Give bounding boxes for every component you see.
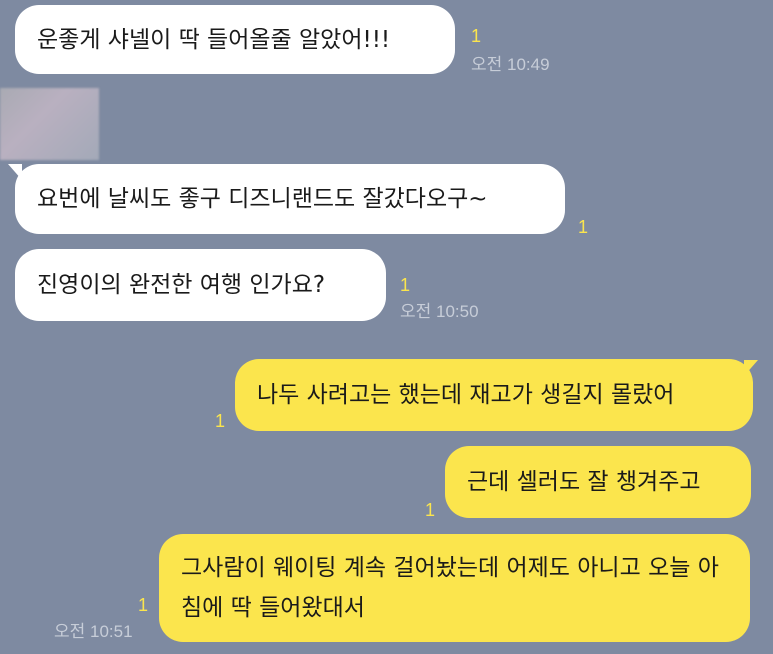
message-text: 근데 셀러도 잘 챙겨주고 (467, 469, 701, 495)
message-text: 그사람이 웨이팅 계속 걸어놨는데 어제도 아니고 오늘 아침에 딱 들어왔대서 (181, 555, 719, 621)
message-text: 요번에 날씨도 좋구 디즈니랜드도 잘갔다오구~ (37, 186, 488, 212)
message-text: 진영이의 완전한 여행 인가요? (37, 272, 326, 298)
outgoing-message-bubble[interactable]: 나두 사려고는 했는데 재고가 생길지 몰랐어 (235, 359, 753, 431)
message-timestamp: 오전 10:49 (471, 55, 550, 74)
unread-count: 1 (578, 217, 589, 237)
unread-count: 1 (400, 275, 411, 295)
message-text: 운좋게 샤넬이 딱 들어올줄 알았어!!! (37, 26, 391, 53)
outgoing-message-bubble[interactable]: 그사람이 웨이팅 계속 걸어놨는데 어제도 아니고 오늘 아침에 딱 들어왔대서 (159, 534, 750, 642)
message-timestamp: 오전 10:50 (400, 302, 479, 321)
unread-count: 1 (138, 595, 149, 615)
outgoing-message-bubble[interactable]: 근데 셀러도 잘 챙겨주고 (445, 446, 751, 518)
unread-count: 1 (425, 500, 436, 520)
incoming-message-bubble[interactable]: 운좋게 샤넬이 딱 들어올줄 알았어!!! (15, 5, 455, 74)
unread-count: 1 (215, 411, 226, 431)
message-text: 나두 사려고는 했는데 재고가 생길지 몰랐어 (257, 382, 675, 408)
message-timestamp: 오전 10:51 (54, 622, 133, 641)
incoming-message-bubble[interactable]: 진영이의 완전한 여행 인가요? (15, 249, 386, 321)
avatar[interactable] (0, 88, 99, 160)
unread-count: 1 (471, 26, 482, 46)
incoming-message-bubble[interactable]: 요번에 날씨도 좋구 디즈니랜드도 잘갔다오구~ (15, 164, 565, 234)
